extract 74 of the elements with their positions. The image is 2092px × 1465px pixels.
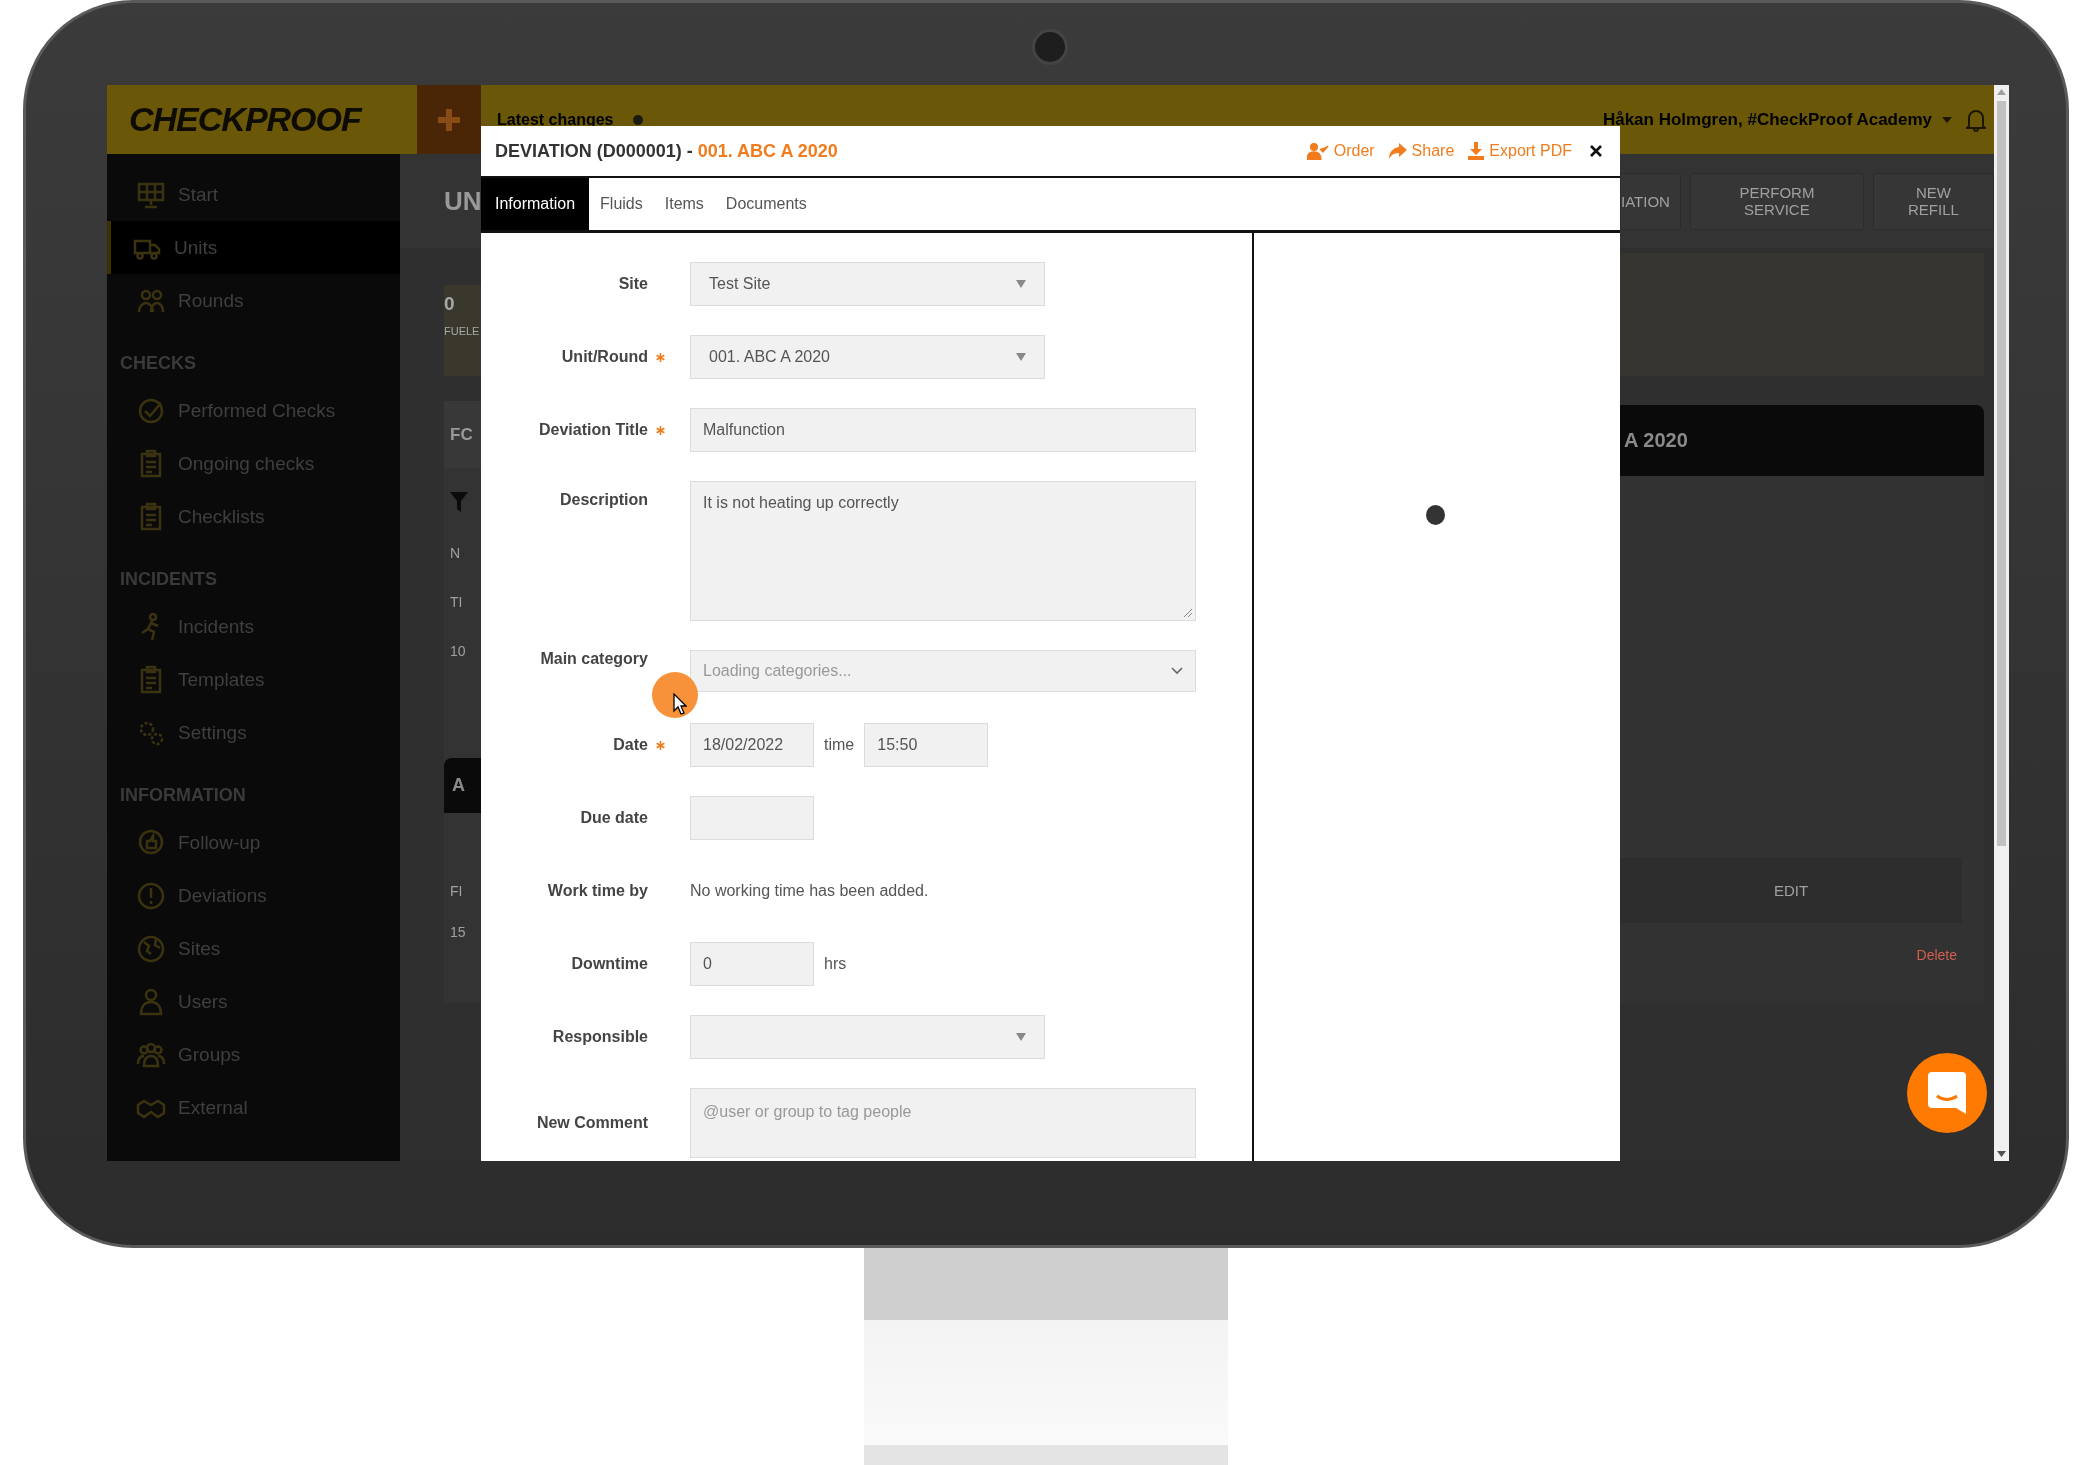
action-button[interactable]: PERFORM SERVICE (1689, 172, 1864, 230)
caret-icon (1016, 353, 1026, 361)
action-button[interactable]: IATION (1620, 172, 1681, 230)
select-field[interactable] (690, 1015, 1045, 1059)
edit-button[interactable]: EDIT (1620, 858, 1962, 923)
bell-icon[interactable] (1966, 107, 1986, 132)
table-cell-text: 10 (449, 643, 467, 659)
unit-label: hrs (824, 955, 847, 973)
tab[interactable]: Information (481, 178, 590, 230)
table-cell-text: N (449, 545, 462, 561)
camera-icon (1032, 29, 1068, 65)
comment-field[interactable]: @user or group to tag people (690, 1088, 1196, 1158)
field-label: Deviation Title (538, 421, 648, 439)
field-label: New Comment (536, 1114, 648, 1132)
user-menu[interactable]: Håkan Holmgren, #CheckProof Academy (1602, 109, 1932, 130)
time-label: time (824, 736, 855, 754)
scrollbar[interactable] (1994, 85, 2009, 1161)
arrow-down-icon[interactable] (1997, 1151, 2006, 1157)
sidebar-item[interactable]: Units (107, 221, 400, 274)
stat-value: 0 (444, 293, 456, 315)
input-field[interactable]: Malfunction (690, 408, 1196, 452)
field-label: Description (560, 491, 648, 509)
field-label: Downtime (571, 955, 648, 973)
export-pdf-link[interactable]: Export PDF (1468, 142, 1572, 160)
filter-icon[interactable] (450, 492, 468, 512)
caret-icon (1942, 116, 1952, 123)
date-field[interactable]: 18/02/2022 (690, 723, 814, 767)
dialog-title: DEVIATION (D000001) - 001. ABC A 2020 (495, 140, 838, 162)
input-field[interactable]: 0 (690, 942, 814, 986)
select-field[interactable]: 001. ABC A 2020 (690, 335, 1045, 379)
share-link[interactable]: Share (1388, 142, 1455, 160)
pointer-icon (673, 693, 687, 715)
work-time-text: No working time has been added. (690, 882, 929, 900)
action-button[interactable]: NEW REFILL (1872, 172, 1994, 230)
arrow-up-icon[interactable] (1997, 89, 2006, 95)
share-icon (1388, 143, 1407, 159)
download-icon (1468, 142, 1485, 160)
time-field[interactable]: 15:50 (864, 723, 989, 767)
plus-icon (436, 106, 462, 133)
chevron-down-icon (1171, 667, 1183, 675)
page-title: UN (444, 185, 482, 217)
table-cell-text: FI (449, 883, 464, 899)
latest-changes-link[interactable]: Latest changes (497, 110, 614, 129)
date-field[interactable] (690, 796, 814, 840)
field-label: Main category (540, 650, 648, 668)
user-check-icon (1306, 142, 1329, 160)
field-label: Responsible (552, 1028, 648, 1046)
table-cell-text: TI (449, 594, 464, 610)
caret-icon (1016, 1033, 1026, 1041)
stat-label: FUELE (444, 325, 481, 337)
order-link[interactable]: Order (1306, 142, 1375, 160)
select-field[interactable]: Test Site (690, 262, 1045, 306)
field-label: Due date (580, 809, 648, 827)
field-label: Unit/Round (561, 348, 648, 366)
caret-icon (1016, 280, 1026, 288)
globe-icon (136, 933, 166, 964)
field-label: Site (618, 275, 648, 293)
field-label: Work time by (547, 882, 648, 900)
table-cell-text: 15 (449, 924, 467, 940)
logo: CHECKPROOF (129, 100, 361, 138)
close-icon[interactable] (1588, 143, 1604, 159)
delete-link[interactable]: Delete (1916, 947, 1957, 963)
dot-icon (633, 114, 644, 125)
section-title: A (452, 775, 465, 796)
chat-bubble-icon (1926, 1070, 1968, 1116)
field-label: Date (613, 736, 648, 754)
card-heading: FC (450, 424, 473, 445)
resize-grip-icon[interactable] (1182, 607, 1192, 617)
loading-dot-icon (1426, 505, 1445, 525)
select-field[interactable]: Loading categories... (690, 650, 1196, 692)
add-button[interactable] (417, 85, 481, 154)
text-area[interactable]: It is not heating up correctly (690, 481, 1196, 621)
unit-title: A 2020 (1624, 429, 1688, 452)
alert-icon (136, 880, 166, 911)
